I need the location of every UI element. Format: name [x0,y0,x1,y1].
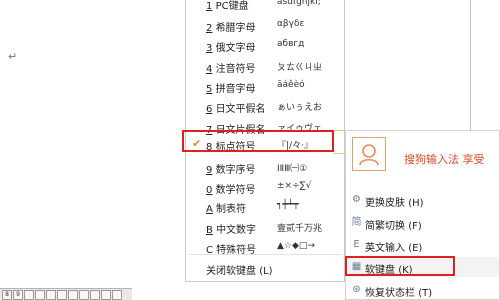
menu-item-label: 9 数字序号 [206,161,256,176]
soft-keyboard-highlight [345,256,455,276]
brand-slogan: 搜狗输入法 享受 [404,153,485,166]
menu-item-label: 2 希腊字母 [206,19,256,34]
user-icon [359,144,379,166]
menu-item-text: 俄文字母 [215,43,256,54]
menu-item-text: 日文平假名 [215,104,266,115]
menu-item-label: 0 数学符号 [206,181,256,196]
keyboard-strip: 8 9 [0,288,132,300]
panel-item-text: 恢复状态栏 [365,288,415,299]
keyboard-key[interactable] [46,290,56,300]
panel-item-text: 简繁切换 [365,221,405,232]
keyboard-key[interactable]: 9 [13,290,23,300]
avatar[interactable] [352,137,386,171]
panel-item-label: 简繁切换 (F) [365,217,422,232]
menu-separator [188,254,342,255]
panel-item-label: 英文输入 (E) [365,239,422,254]
menu-item-sample: абвгд [277,39,305,49]
menu-item-3[interactable]: 3 俄文字母 абвгд [186,34,344,56]
menu-item-sample: ±×÷∑√ [277,181,312,191]
menu-item-text: 制表符 [216,204,247,215]
menu-item-accelerator: 5 [206,84,213,95]
menu-item-text: 拼音字母 [215,84,256,95]
menu-item-accelerator: 6 [206,104,213,115]
menu-item-label: 6 日文平假名 [206,100,266,115]
menu-item-sample: āáěèó [277,80,305,90]
menu-item-label: A 制表符 [206,200,246,215]
menu-item-label: 4 注音符号 [206,60,256,75]
menu-item-A[interactable]: A 制表符 ┑┿┷┯ [186,195,344,217]
menu-item-sample: ㄆㄊㄍㄐㄓ [277,63,323,73]
keyboard-key[interactable] [35,290,45,300]
menu-item-text: 中文数字 [216,225,257,236]
menu-item-6[interactable]: 6 日文平假名 ぁいぅえお [186,95,344,117]
menu-item-1[interactable]: 1 PC键盘 asdfghjkl; [186,0,344,14]
close-soft-keyboard-label: 关闭软键盘 (L) [206,262,273,277]
menu-item-accelerator: 1 [206,1,213,12]
menu-item-text: 希腊字母 [215,23,256,34]
menu-item-text: 数字序号 [215,165,256,176]
keyboard-key[interactable] [79,290,89,300]
menu-item-accelerator: B [206,225,213,236]
keyboard-key[interactable] [24,290,34,300]
panel-item-shortcut: (T) [418,288,433,299]
panel-item-shortcut: (E) [408,243,423,254]
paragraph-mark: ↵ [8,50,18,63]
close-label-text: 关闭软键盘 [206,266,256,277]
panel-item-text: 英文输入 [365,243,405,254]
page-edge [470,0,471,130]
keyboard-key[interactable]: 8 [2,290,12,300]
menu-item-2[interactable]: 2 希腊字母 αβγδε [186,14,344,36]
menu-item-sample: asdfghjkl; [277,0,321,7]
menu-item-label: 5 拼音字母 [206,80,256,95]
menu-item-sample: ┑┿┷┯ [277,200,299,210]
menu-item-label: 1 PC键盘 [206,0,249,12]
panel-item-label: 恢复状态栏 (T) [365,284,432,299]
keyboard-key[interactable] [101,290,111,300]
panel-item-english-input[interactable]: E 英文输入 (E) [346,235,499,255]
menu-item-accelerator: A [206,204,213,215]
skin-icon: ⚙ [352,194,361,205]
menu-item-text: 注音符号 [215,64,256,75]
keyboard-key[interactable] [90,290,100,300]
panel-item-shortcut: (H) [408,198,424,209]
menu-item-B[interactable]: B 中文数字 壹贰千万兆 [186,216,344,238]
panel-item-text: 更换皮肤 [365,198,405,209]
menu-item-sample: 壹贰千万兆 [277,224,323,234]
keyboard-key[interactable] [112,290,122,300]
panel-item-restore-statusbar[interactable]: ⊛ 恢复状态栏 (T) [346,280,499,300]
close-shortcut: (L) [259,266,273,277]
menu-item-9[interactable]: 9 数字序号 ⅠⅡⅢ㈠① [186,156,344,178]
menu-item-sample: ぁいぅえお [277,103,323,113]
simp-trad-icon: 简 [351,217,362,228]
menu-item-4[interactable]: 4 注音符号 ㄆㄊㄍㄐㄓ [186,55,344,77]
menu-item-sample: αβγδε [277,19,305,29]
menu-item-accelerator: 2 [206,23,213,34]
panel-item-label: 更换皮肤 (H) [365,194,424,209]
english-input-icon: E [353,239,360,250]
menu-item-sample: ⅠⅡⅢ㈠① [277,164,308,174]
close-soft-keyboard-item[interactable]: 关闭软键盘 (L) [186,257,344,279]
panel-item-skin[interactable]: ⚙ 更换皮肤 (H) [346,190,499,210]
menu-item-label: B 中文数字 [206,221,256,236]
panel-item-simp-trad[interactable]: 简简繁切换 (F) [346,213,499,233]
menu-item-sample: ▲☆◆□→ [277,241,315,251]
restore-statusbar-icon: ⊛ [352,284,361,295]
menu-item-accelerator: 3 [206,43,213,54]
keyboard-key[interactable] [57,290,67,300]
selected-item-highlight [182,130,334,152]
menu-item-label: 3 俄文字母 [206,39,256,54]
menu-item-text: PC键盘 [215,1,249,12]
keyboard-key[interactable] [68,290,78,300]
menu-item-accelerator: 9 [206,165,213,176]
menu-item-accelerator: 4 [206,64,213,75]
panel-item-shortcut: (F) [408,221,422,232]
menu-item-5[interactable]: 5 拼音字母 āáěèó [186,75,344,97]
